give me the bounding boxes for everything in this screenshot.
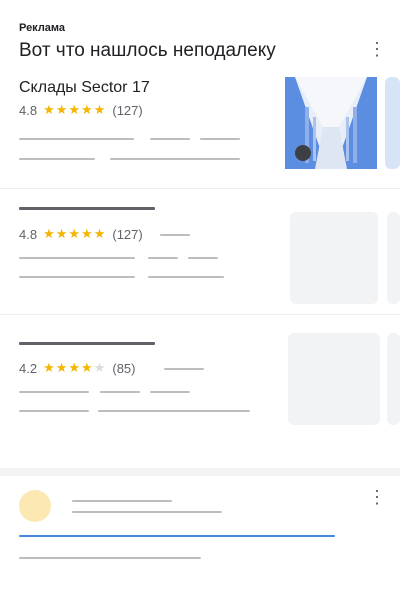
divider [0,188,400,189]
more-options-button[interactable]: ⋮ [368,40,386,58]
business-photo[interactable] [285,77,377,169]
placeholder-line [19,158,95,160]
placeholder-line [72,500,172,502]
rating-value: 4.8 [19,226,38,242]
business-name-placeholder[interactable] [19,207,155,210]
next-photo-peek[interactable] [387,333,400,425]
next-photo-peek[interactable] [387,212,400,304]
placeholder-line [160,234,190,236]
rating-value: 4.2 [19,360,38,376]
star-rating: ★★★★★ [43,102,106,118]
star-icon: ★★★★★ [43,226,107,241]
placeholder-line [72,511,222,513]
rating-row: 4.2 ★★★★★ (85) [19,360,135,376]
review-count: (127) [112,102,143,118]
placeholder-line [148,276,224,278]
more-vert-icon: ⋮ [368,39,386,59]
placeholder-line [19,276,135,278]
placeholder-line [188,257,218,259]
placeholder-line [19,138,134,140]
placeholder-line [98,410,250,412]
placeholder-line [200,138,240,140]
link-placeholder[interactable] [19,535,335,537]
next-photo-peek[interactable] [385,77,400,169]
star-rating: ★★★★★ [43,226,106,242]
star-icon: ★★★★★ [43,360,107,375]
ad-label: Реклама [19,22,66,34]
more-vert-icon: ⋮ [368,487,386,507]
placeholder-line [150,391,190,393]
star-icon: ★★★★★ [43,102,107,117]
placeholder-line [110,158,240,160]
placeholder-line [19,557,201,559]
rating-value: 4.8 [19,102,38,118]
placeholder-line [148,257,178,259]
placeholder-line [19,257,135,259]
avatar [19,490,51,522]
placeholder-line [19,391,89,393]
business-photo-placeholder[interactable] [290,212,378,304]
divider [0,314,400,315]
review-count: (127) [112,226,143,242]
placeholder-line [150,138,190,140]
placeholder-line [164,368,204,370]
section-separator [0,468,400,476]
placeholder-line [19,410,89,412]
rating-row: 4.8 ★★★★★ (127) [19,102,143,118]
business-photo-placeholder[interactable] [288,333,380,425]
more-options-button[interactable]: ⋮ [368,488,386,506]
business-name[interactable]: Склады Sector 17 [19,79,150,97]
star-rating: ★★★★★ [43,360,106,376]
rating-row: 4.8 ★★★★★ (127) [19,226,143,242]
business-name-placeholder[interactable] [19,342,155,345]
placeholder-line [100,391,140,393]
section-title: Вот что нашлось неподалеку [19,40,276,61]
review-count: (85) [112,360,136,376]
